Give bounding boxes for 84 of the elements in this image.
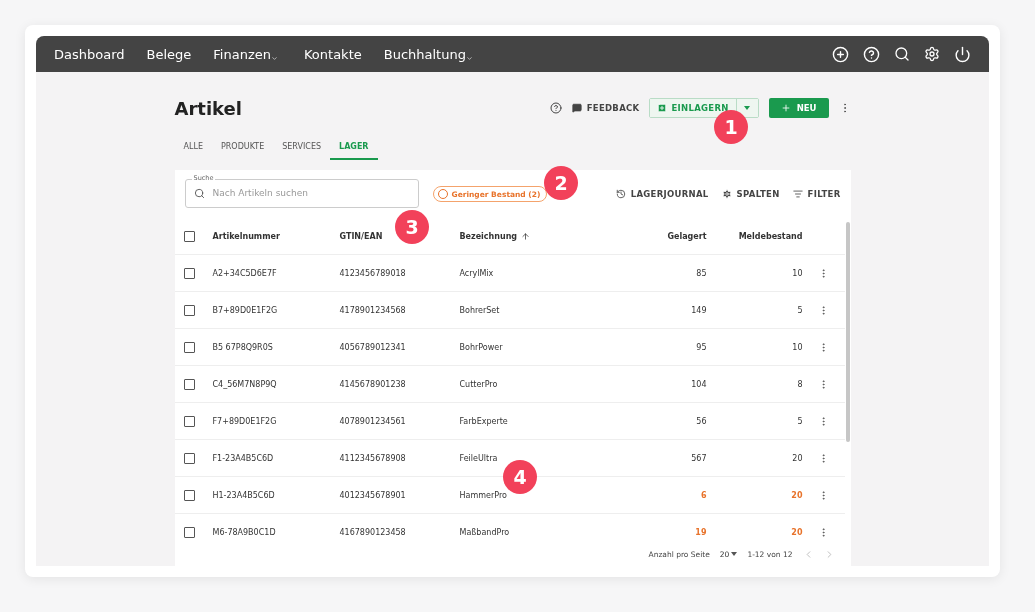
filter-icon (792, 189, 803, 199)
sort-arrow-icon (521, 231, 531, 241)
table-cell-text: 4178901234568 (339, 305, 407, 315)
caret-icon (465, 54, 473, 62)
column-header[interactable]: Meldebestand (706, 231, 803, 241)
table-cell-text: 10 (791, 268, 803, 278)
nav-link[interactable]: Buchhaltung (383, 46, 473, 62)
table-cell-text: BohrPower (459, 342, 504, 352)
table-cell-text: 10 (791, 342, 803, 352)
settings-icon[interactable] (924, 46, 940, 62)
help-icon[interactable] (549, 102, 562, 114)
tab[interactable]: SERVICES (273, 135, 331, 160)
nav-link[interactable]: Belege (146, 46, 192, 62)
tab[interactable]: ALLE (174, 135, 212, 160)
table-cell-text: F1-23A4B5C6D (212, 453, 275, 463)
history-icon (615, 189, 626, 199)
toolbar-button[interactable]: LAGERJOURNAL (615, 189, 709, 199)
table-cell-text: CutterPro (459, 379, 499, 389)
table-cell-text: 6 (699, 490, 707, 500)
column-header[interactable]: Bezeichnung (459, 231, 600, 241)
nav-link[interactable]: Finanzen (213, 46, 278, 62)
toolbar-button[interactable]: FILTER (792, 189, 841, 199)
table-cell-text: 5 (796, 416, 803, 426)
table-cell-text: C4_56M7N8P9Q (212, 379, 278, 389)
table-cell-text: 19 (694, 527, 707, 537)
table-cell-text: 20 (791, 453, 803, 463)
power-icon[interactable] (954, 45, 971, 63)
table-cell-text: 4145678901238 (339, 379, 407, 389)
add-icon[interactable] (832, 45, 849, 63)
table-cell-text: 4012345678901 (339, 490, 407, 500)
toolbar-button[interactable]: SPALTEN (721, 189, 780, 199)
table-cell-text: 149 (690, 305, 707, 315)
table-cell-text: FeileUltra (459, 453, 499, 463)
table-cell-text: 85 (695, 268, 707, 278)
plus-square-icon (657, 103, 668, 113)
nav-link[interactable]: Kontakte (303, 46, 362, 62)
checkbox[interactable] (183, 489, 195, 501)
tab[interactable]: PRODUKTE (211, 135, 274, 160)
table-cell-text: MaßbandPro (459, 527, 511, 537)
message-icon (571, 103, 582, 113)
feedback-button[interactable]: FEEDBACK (571, 103, 640, 113)
new-button[interactable]: NEU (768, 98, 829, 118)
column-header[interactable]: Gelagert (599, 231, 707, 241)
table-cell-text: 4167890123458 (339, 527, 407, 537)
table-cell-text: 56 (695, 416, 707, 426)
checkbox[interactable] (183, 415, 195, 427)
checkbox[interactable] (183, 378, 195, 390)
table-cell-text: B7+89D0E1F2G (212, 305, 279, 315)
checkbox[interactable] (183, 452, 195, 464)
checkbox[interactable] (183, 230, 195, 242)
column-header[interactable]: Artikelnummer (212, 231, 340, 241)
table-cell-text: 8 (796, 379, 803, 389)
table-cell-text: 4123456789018 (339, 268, 407, 278)
checkbox[interactable] (183, 304, 195, 316)
table-cell-text: 5 (796, 305, 803, 315)
table-cell-text: 104 (690, 379, 707, 389)
caret-icon (744, 106, 751, 110)
table-cell-text: 567 (690, 453, 707, 463)
table-cell-text: B5 67P8Q9R0S (212, 342, 274, 352)
plus-icon (780, 103, 791, 113)
table-cell-text: 95 (695, 342, 707, 352)
table-cell-text: M6-78A9B0C1D (212, 527, 277, 537)
table-cell-text: 20 (790, 490, 803, 500)
table-cell-text: A2+34C5D6E7F (212, 268, 278, 278)
table-cell-text: F7+89D0E1F2G (212, 416, 278, 426)
table-cell-text: 4078901234561 (339, 416, 407, 426)
table-cell-text: 4112345678908 (339, 453, 407, 463)
table-cell-text: FarbExperte (459, 416, 509, 426)
search-icon (193, 187, 205, 199)
caret-icon (731, 552, 738, 556)
table-cell-text: 20 (790, 527, 803, 537)
caret-icon (270, 54, 278, 62)
nav-link[interactable]: Dashboard (54, 46, 125, 62)
checkbox[interactable] (183, 526, 195, 538)
settings-icon (721, 189, 732, 199)
search-icon[interactable] (894, 46, 910, 62)
table-cell-text: BohrerSet (459, 305, 501, 315)
checkbox[interactable] (183, 341, 195, 353)
checkbox[interactable] (183, 267, 195, 279)
scrollbar-thumb[interactable] (845, 222, 850, 442)
table-cell-text: AcrylMix (459, 268, 495, 278)
table-cell-text: H1-23A4B5C6D (212, 490, 276, 500)
table-cell-text: 4056789012341 (339, 342, 407, 352)
page-title: Artikel (174, 97, 242, 119)
